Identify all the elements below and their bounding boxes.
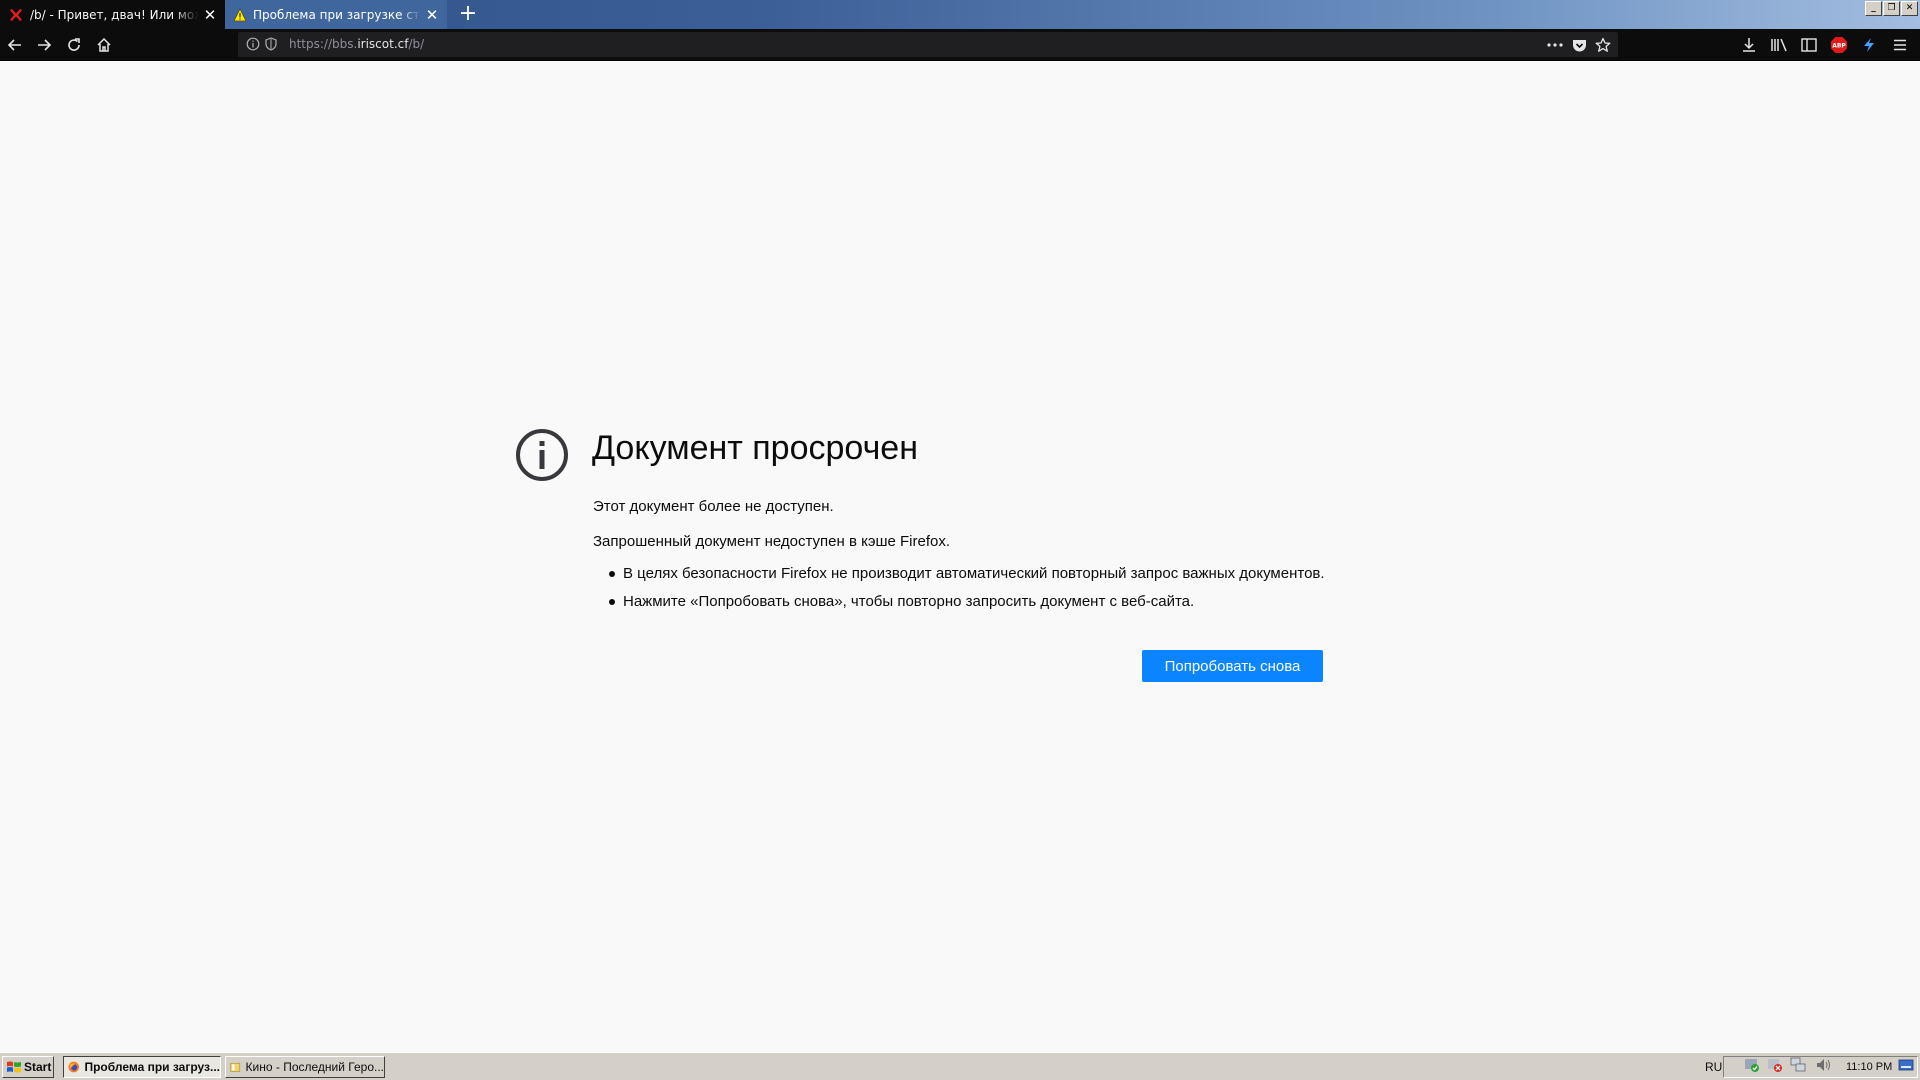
info-icon [516, 429, 568, 481]
tab-strip: /b/ - Привет, двач! Или может б ✕ Пробле… [0, 0, 1920, 29]
tab-board[interactable]: /b/ - Привет, двач! Или может б ✕ [0, 0, 225, 29]
close-x-red-icon [10, 8, 22, 21]
url-path: /b/ [408, 37, 425, 51]
back-arrow-icon [7, 39, 21, 51]
start-label: Start [24, 1060, 52, 1074]
sidebar-icon [1801, 38, 1817, 52]
info-icon[interactable] [246, 37, 260, 51]
tab-title: Проблема при загрузке страниц [253, 7, 421, 22]
navigation-toolbar: https://bbs.iriscot.cf/b/ ABP [0, 29, 1920, 61]
adblock-plus-icon: ABP [1831, 37, 1847, 53]
main-menu-button[interactable] [1889, 34, 1911, 56]
star-icon [1595, 37, 1611, 52]
lightning-bolt-icon [1864, 38, 1874, 52]
reload-icon [68, 38, 80, 51]
hint-text: Нажмите «Попробовать снова», чтобы повто… [623, 593, 1195, 610]
folder-music-icon [230, 1062, 241, 1072]
url-host: iriscot.cf [357, 37, 409, 51]
library-button[interactable] [1768, 34, 1790, 56]
restore-button[interactable]: ❐ [1883, 1, 1900, 16]
security-alert-icon[interactable] [1767, 1057, 1783, 1073]
firefox-icon [68, 1061, 80, 1073]
error-description: Этот документ более не доступен. [593, 498, 834, 515]
bullet-dot [609, 599, 615, 605]
tab-error[interactable]: Проблема при загрузке страниц ✕ [225, 0, 447, 29]
extension-bolt-button[interactable] [1858, 34, 1880, 56]
url-bar[interactable]: https://bbs.iriscot.cf/b/ [238, 32, 1618, 57]
start-button[interactable]: Start [2, 1056, 54, 1078]
pocket-button[interactable] [1570, 36, 1588, 54]
windows-taskbar: Start Проблема при загруз... Кино - Посл… [0, 1052, 1920, 1080]
task-label: Проблема при загруз... [84, 1060, 220, 1074]
bookmark-star-button[interactable] [1594, 36, 1612, 54]
list-item: Нажмите «Попробовать снова», чтобы повто… [593, 593, 1325, 621]
language-indicator[interactable]: RU [1705, 1060, 1722, 1074]
list-item: В целях безопасности Firefox не производ… [593, 565, 1325, 593]
library-icon [1771, 38, 1787, 52]
close-window-button[interactable]: ✕ [1901, 1, 1918, 16]
antivirus-shield-icon[interactable] [1744, 1057, 1760, 1073]
taskbar-task-firefox[interactable]: Проблема при загруз... [63, 1056, 221, 1078]
warning-icon [233, 7, 247, 21]
error-cache-note: Запрошенный документ недоступен в кэше F… [593, 533, 951, 550]
minimize-button[interactable]: _ [1865, 1, 1882, 16]
tracking-shield-icon[interactable] [265, 37, 277, 51]
error-title: Документ просрочен [592, 429, 918, 467]
error-hints-list: В целях безопасности Firefox не производ… [593, 565, 1325, 621]
forward-button[interactable] [32, 33, 56, 57]
adblock-plus-button[interactable]: ABP [1828, 34, 1850, 56]
url-prefix: https://bbs. [289, 37, 358, 51]
hamburger-menu-icon [1894, 39, 1906, 51]
windows-logo-icon [7, 1061, 21, 1073]
pocket-icon [1572, 39, 1586, 51]
back-button[interactable] [3, 33, 27, 57]
taskbar-task-player[interactable]: Кино - Последний Геро... [225, 1056, 385, 1078]
new-tab-button[interactable]: + [456, 2, 480, 26]
clock[interactable]: 11:10 PM [1846, 1061, 1892, 1073]
tab-close-icon[interactable]: ✕ [203, 6, 217, 24]
home-button[interactable] [92, 33, 116, 57]
tab-title: /b/ - Привет, двач! Или может б [30, 7, 199, 22]
downloads-button[interactable] [1738, 34, 1760, 56]
bullet-dot [609, 571, 615, 577]
tab-close-icon[interactable]: ✕ [425, 6, 439, 24]
reload-button[interactable] [62, 33, 86, 57]
url-text[interactable]: https://bbs.iriscot.cf/b/ [289, 37, 424, 51]
window-controls: _ ❐ ✕ [1865, 1, 1918, 16]
retry-button[interactable]: Попробовать снова [1142, 650, 1323, 682]
download-icon [1743, 38, 1755, 52]
home-icon [97, 37, 111, 52]
hint-text: В целях безопасности Firefox не производ… [623, 565, 1325, 582]
volume-icon[interactable] [1815, 1057, 1831, 1073]
forward-arrow-icon [38, 39, 52, 51]
page-actions-button[interactable] [1546, 36, 1564, 54]
more-dots-icon [1547, 43, 1563, 47]
task-label: Кино - Последний Геро... [245, 1060, 384, 1074]
show-desktop-icon[interactable] [1898, 1057, 1914, 1073]
network-icon[interactable] [1790, 1057, 1806, 1073]
sidebar-button[interactable] [1798, 34, 1820, 56]
svg-text:ABP: ABP [1832, 43, 1846, 50]
